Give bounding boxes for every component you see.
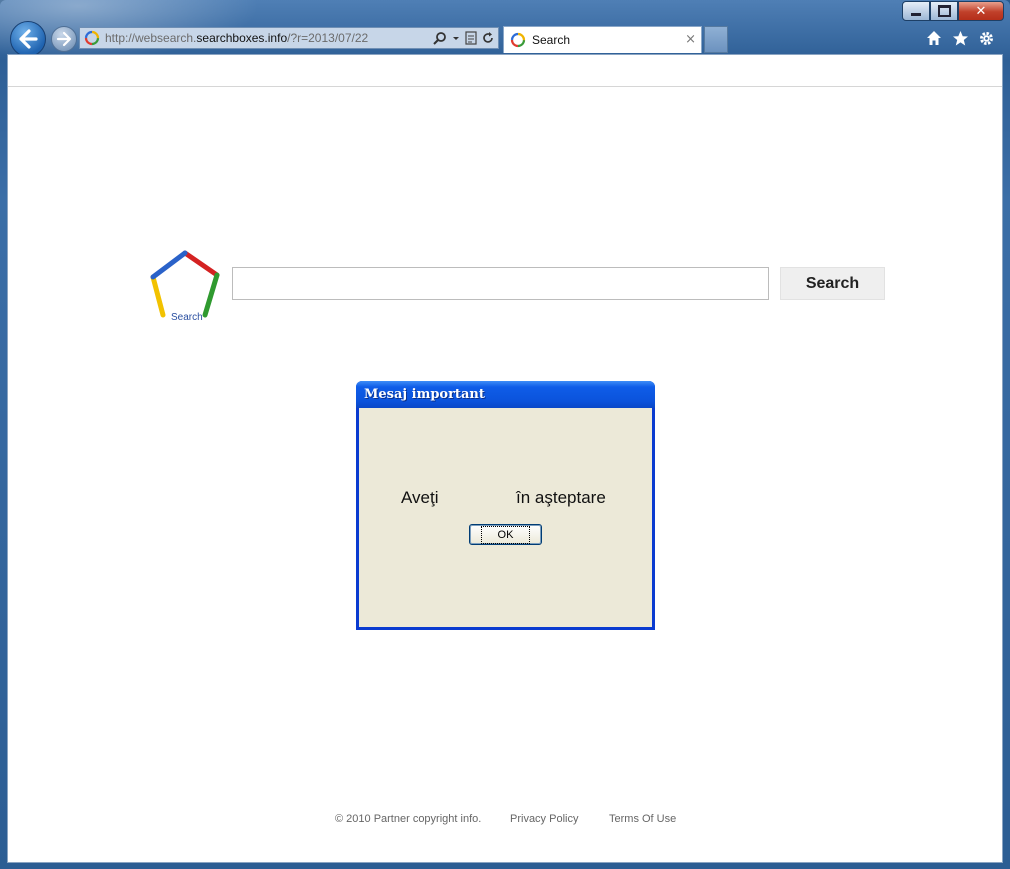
tab-label: Search <box>532 33 571 47</box>
chevron-down-icon[interactable] <box>452 31 460 45</box>
dialog-body: Aveţi în aşteptare OK <box>359 408 652 627</box>
ok-label: OK <box>480 525 531 544</box>
window-caption-buttons: ✕ <box>902 1 1004 21</box>
gear-icon <box>979 31 993 45</box>
compat-view-icon[interactable] <box>465 31 477 45</box>
search-icon[interactable] <box>433 31 447 45</box>
logo-label: Search <box>171 312 203 323</box>
home-icon <box>927 31 941 45</box>
dialog-message-part1: Aveţi <box>401 488 439 507</box>
maximize-button[interactable] <box>930 1 958 21</box>
tab-favicon-icon <box>510 32 526 48</box>
tools-button[interactable] <box>976 28 996 48</box>
close-icon: ✕ <box>975 3 987 19</box>
terms-of-use-link[interactable]: Terms Of Use <box>609 813 676 825</box>
copyright-text: © 2010 Partner copyright info. <box>335 813 482 825</box>
minimize-icon <box>911 12 921 16</box>
favorites-button[interactable] <box>950 28 970 48</box>
search-button[interactable]: Search <box>780 267 885 300</box>
search-logo[interactable]: Search <box>149 249 223 323</box>
url-suffix: /?r=2013/07/22 <box>287 31 369 45</box>
arrow-right-icon <box>56 31 72 47</box>
alert-dialog: Mesaj important Aveţi în aşteptare OK <box>356 381 655 630</box>
back-button[interactable] <box>10 21 46 57</box>
url-domain: searchboxes.info <box>196 31 288 45</box>
privacy-policy-link[interactable]: Privacy Policy <box>510 813 578 825</box>
maximize-icon <box>937 5 951 17</box>
star-icon <box>952 30 968 45</box>
address-tools <box>433 30 494 46</box>
close-window-button[interactable]: ✕ <box>958 1 1004 21</box>
tab-close-icon[interactable]: × <box>685 32 696 47</box>
ok-button[interactable]: OK <box>469 524 542 545</box>
home-button[interactable] <box>924 28 944 48</box>
dialog-title: Mesaj important <box>364 387 485 402</box>
url-prefix: http://websearch. <box>105 31 197 45</box>
command-bar <box>8 55 1002 87</box>
page-content: Search Search Mesaj important Aveţi în a… <box>7 54 1003 863</box>
refresh-icon[interactable] <box>482 31 494 45</box>
minimize-button[interactable] <box>902 1 930 21</box>
address-url[interactable]: http://websearch.searchboxes.info/?r=201… <box>105 31 368 45</box>
site-favicon-icon <box>84 30 100 46</box>
search-input[interactable] <box>232 267 769 300</box>
browser-toolbar-icons <box>924 28 996 48</box>
forward-button[interactable] <box>51 26 77 52</box>
dialog-message-part2: în aşteptare <box>516 488 606 507</box>
new-tab-button[interactable] <box>704 26 728 53</box>
arrow-left-icon <box>19 29 38 49</box>
tab-search[interactable]: Search × <box>503 26 702 53</box>
address-bar[interactable]: http://websearch.searchboxes.info/?r=201… <box>79 27 499 49</box>
dialog-titlebar[interactable]: Mesaj important <box>356 381 655 408</box>
